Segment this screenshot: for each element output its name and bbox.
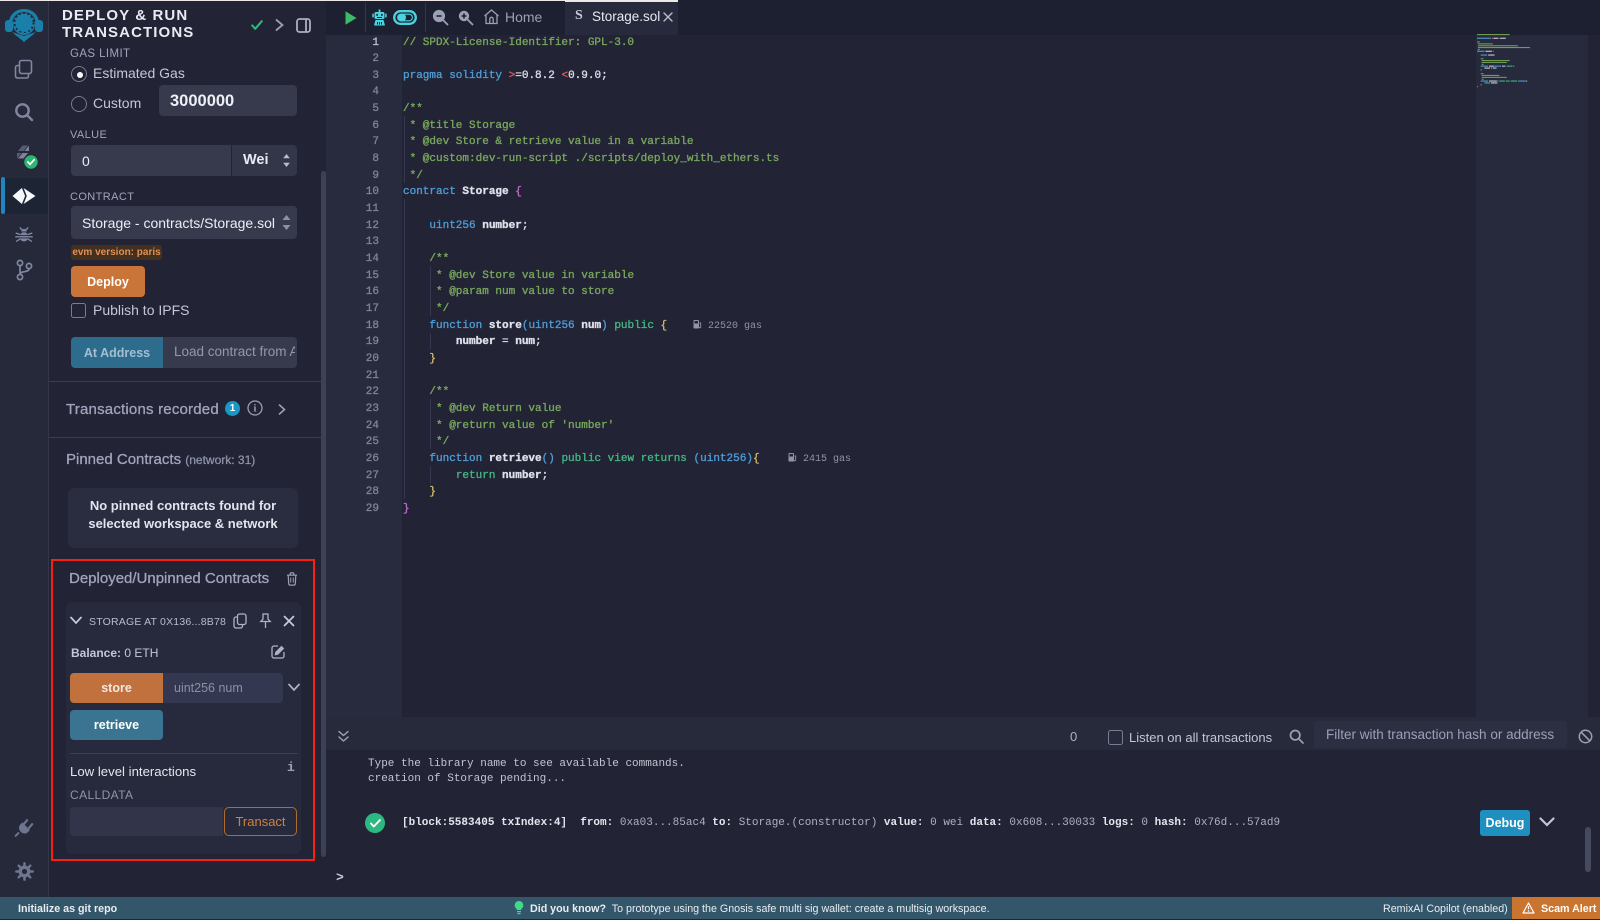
svg-text:i: i bbox=[254, 404, 257, 415]
